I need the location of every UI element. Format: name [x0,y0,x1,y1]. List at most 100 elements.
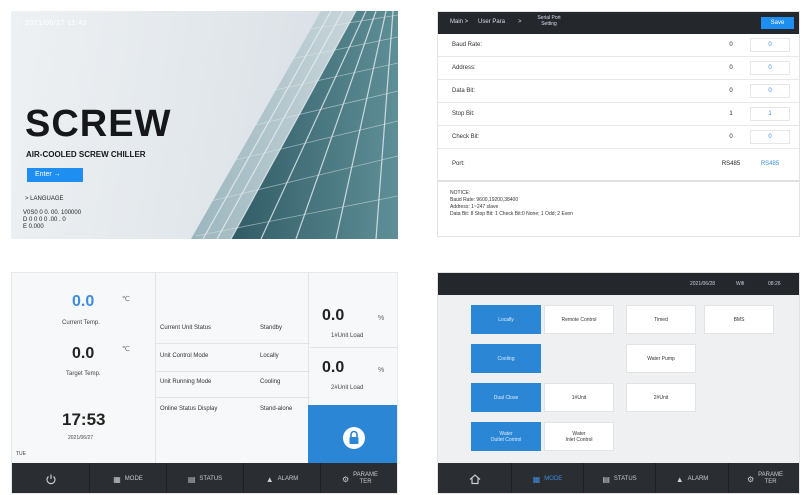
notice-line: Data Bit: 8 Stop Bit: 1 Check Bit:0 None… [450,211,573,217]
header-bar: Main > User Para > Serial Port Setting S… [438,12,799,34]
setting-value: 0 [729,42,733,48]
breadcrumb-current: Serial Port Setting [532,15,566,27]
breadcrumb-main[interactable]: Main > [450,19,468,25]
grid-icon: ▦ [113,474,121,484]
percent-unit: % [378,367,385,374]
alarm-icon: ▲ [265,474,274,484]
nav-label-line: PARAME [758,472,784,478]
nav-status[interactable]: ▤ STATUS [166,463,243,493]
status-screen: 0.0 ℃ Current Temp. 0.0 ℃ Target Temp. 1… [11,272,398,494]
percent-unit: % [378,315,385,322]
nav-label-line: PARAME [353,472,379,478]
setting-value: 0 [729,65,733,71]
setting-row-address: Address: 0 0 [438,57,799,80]
setting-label: Data Bit: [452,88,476,94]
notice-line: NOTICE: [450,190,471,196]
mode-locally-button[interactable]: Locally [471,305,541,334]
nav-label: PARAME TER [758,472,783,486]
breadcrumb-user-para[interactable]: User Para [478,19,505,25]
unit2-load-value: 0.0 [322,359,345,376]
nav-label: MODE [544,476,563,482]
nav-mode[interactable]: ▦ MODE [511,463,583,493]
mode-bms-button[interactable]: BMS [704,305,774,334]
status-row-value: Cooling [260,379,281,385]
dual-close-button[interactable]: Dual Close [471,383,541,412]
unit1-button[interactable]: 1#Unit [544,383,614,412]
temp-unit: ℃ [122,346,130,353]
nav-parameter[interactable]: ⚙ PARAME TER [728,463,799,493]
status-row-value: Locally [260,353,279,359]
enter-button[interactable]: Enter → [27,168,83,182]
setting-label: Address: [452,65,476,71]
stop-bit-input[interactable]: 1 [750,107,790,121]
serial-port-settings: Main > User Para > Serial Port Setting S… [437,11,800,237]
notice-line: Baud Rate: 9600,19200,38400 [450,197,519,203]
status-row-value: Stand-alone [260,406,293,412]
notice-text: NOTICE: Baud Rate: 9600,19200,38400 Addr… [450,190,573,218]
gear-icon: ⚙ [341,474,350,484]
clock-date: 2021/06/27 [68,435,94,441]
setting-row-check-bit: Check Bit: 0 0 [438,126,799,149]
setting-label: Check Bit: [452,134,480,140]
nav-label: ALARM [277,476,299,482]
address-input[interactable]: 0 [750,61,790,75]
lock-icon [343,427,365,449]
notice-line: Address: 1~247 slave [450,204,499,210]
language-link[interactable]: > LANGUAGE [25,196,64,202]
nav-alarm[interactable]: ▲ ALARM [655,463,728,493]
lock-button[interactable] [308,405,397,463]
check-bit-input[interactable]: 0 [750,130,790,144]
port-select[interactable]: RS485 [750,158,790,172]
nav-label: STATUS [199,476,223,482]
divider [155,397,310,398]
status-icon: ▤ [187,474,196,484]
status-row-label: Unit Running Mode [160,379,212,385]
status-row-label: Current Unit Status [160,325,212,331]
setting-label: Stop Bit: [452,111,475,117]
nav-alarm[interactable]: ▲ ALARM [243,463,320,493]
nav-mode[interactable]: ▦ MODE [89,463,166,493]
divider [155,273,156,463]
water-pump-button[interactable]: Water Pump [626,344,696,373]
status-icon: ▤ [602,474,610,484]
status-row-label: Unit Control Mode [160,353,209,359]
version-line: E 0.000 [23,224,44,230]
nav-power[interactable] [12,463,89,493]
status-row-value: Standby [260,325,283,331]
mode-cooling-button[interactable]: Cooling [471,344,541,373]
power-icon [45,474,56,485]
mode-timed-button[interactable]: Timed [626,305,696,334]
nav-parameter[interactable]: ⚙ PARAME TER [320,463,397,493]
product-subtitle: AIR-COOLED SCREW CHILLER [26,150,146,159]
water-outlet-control-button[interactable]: Water Outlet Control [471,422,541,451]
nav-home[interactable] [438,463,511,493]
data-bit-input[interactable]: 0 [750,84,790,98]
mode-remote-button[interactable]: Remote Control [544,305,614,334]
status-row-label: Online Status Display [160,406,218,412]
save-button[interactable]: Save [761,17,794,29]
datetime-label: 2021/06/27 11:43 [25,20,87,27]
setting-value: 0 [729,134,733,140]
nav-status[interactable]: ▤ STATUS [583,463,655,493]
baud-rate-input[interactable]: 0 [750,38,790,52]
setting-value: 0 [729,88,733,94]
unit1-load-label: 1#Unit Load [331,333,364,339]
target-temp-value: 0.0 [72,345,95,362]
nav-label: STATUS [613,476,637,482]
nav-label: PARAME TER [353,472,378,486]
unit1-load-value: 0.0 [322,307,345,324]
unit2-load-label: 2#Unit Load [331,385,364,391]
current-temp-value: 0.0 [72,293,95,310]
unit2-button[interactable]: 2#Unit [626,383,696,412]
setting-value: RS485 [721,161,741,167]
splash-screen: 2021/06/27 11:43 SCREW AIR-COOLED SCREW … [11,11,398,239]
home-icon [469,474,480,485]
grid-icon: ▦ [532,474,541,484]
divider [155,371,310,372]
water-inlet-control-button[interactable]: Water Inlet Control [544,422,614,451]
top-time: 08:26 [768,281,781,287]
breadcrumb-separator: > [518,19,522,25]
version-line: D 0 0 0 0 .00 . 0 [23,217,66,223]
button-label-line: Outlet Control [490,436,522,443]
bottom-nav: ▦ MODE ▤ STATUS ▲ ALARM ⚙ PARAME TER [12,463,397,493]
